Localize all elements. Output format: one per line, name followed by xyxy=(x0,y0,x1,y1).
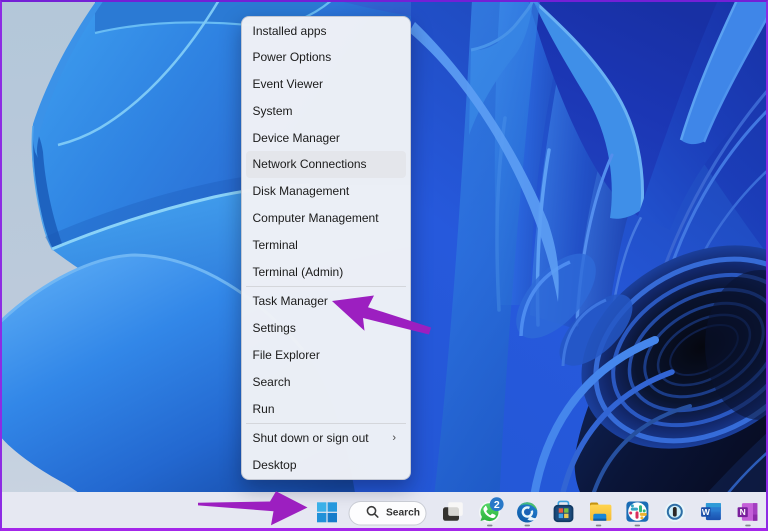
svg-text:2: 2 xyxy=(494,499,500,511)
svg-text:W: W xyxy=(702,507,711,517)
svg-text:N: N xyxy=(740,507,746,517)
svg-text:Search: Search xyxy=(386,507,420,518)
